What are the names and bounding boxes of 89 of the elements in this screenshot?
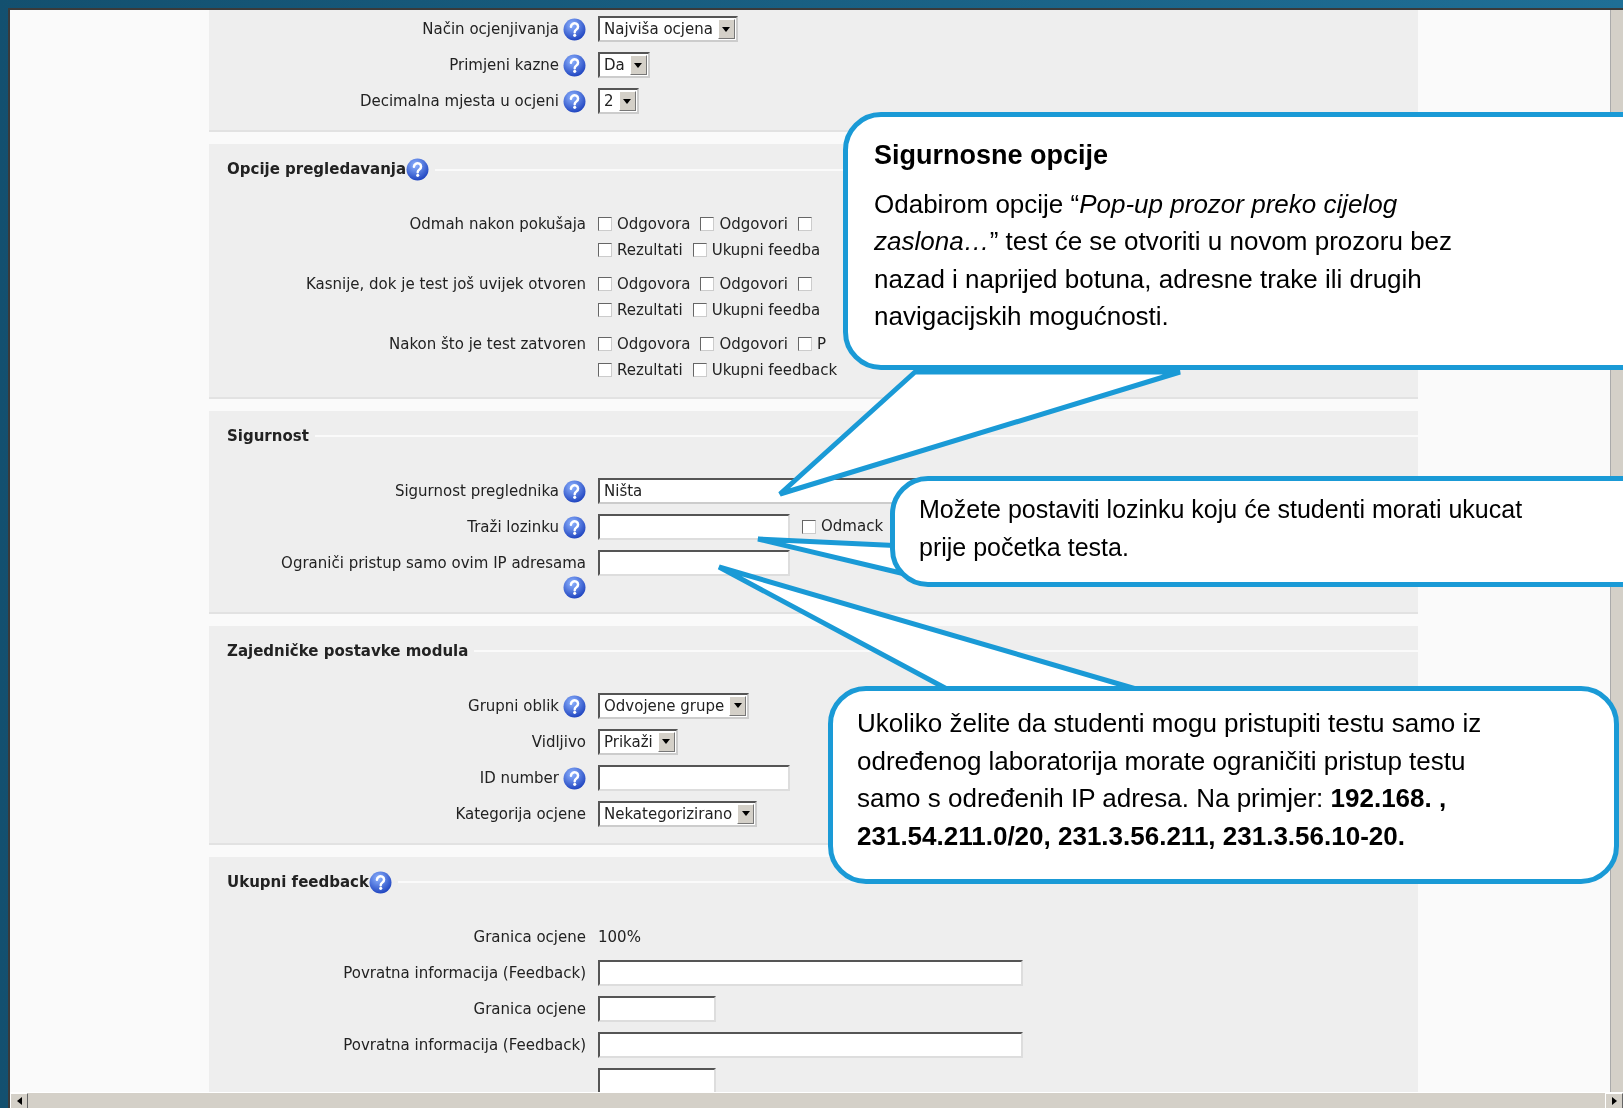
dropdown-arrow-icon xyxy=(623,98,632,104)
field-label: Granica ocjene xyxy=(473,926,586,948)
dropdown-arrow-icon xyxy=(662,739,671,744)
checkbox-label: Odgovora xyxy=(617,333,691,355)
scroll-left-button[interactable] xyxy=(10,1093,28,1108)
input-field[interactable] xyxy=(598,549,790,576)
checkbox-label: Ukupni feedback xyxy=(711,359,838,381)
input-field[interactable] xyxy=(598,764,790,791)
input-field[interactable] xyxy=(598,513,790,540)
checkbox[interactable] xyxy=(700,337,715,351)
checkbox[interactable] xyxy=(797,277,812,291)
section-heading: Ukupni feedback xyxy=(227,871,369,893)
field-label: Vidljivo xyxy=(531,731,586,753)
dropdown[interactable]: Da xyxy=(598,52,650,78)
help-icon[interactable] xyxy=(563,766,586,790)
section-heading: Opcije pregledavanja xyxy=(227,159,407,181)
dropdown[interactable]: Prikaži xyxy=(598,728,678,755)
help-icon[interactable] xyxy=(563,54,586,77)
field-label: Primjeni kazne xyxy=(449,55,559,77)
field-label: Grupni oblik xyxy=(468,695,559,717)
field-label: Sigurnost preglednika xyxy=(394,480,559,502)
dropdown[interactable]: Najviša ocjena xyxy=(598,16,738,42)
dropdown[interactable]: Nekategorizirano xyxy=(598,800,758,827)
checkbox[interactable] xyxy=(598,363,612,377)
checkbox-label: Ukupni feedba xyxy=(711,299,821,321)
help-icon[interactable] xyxy=(563,576,586,599)
field-label: Granica ocjene xyxy=(473,998,586,1020)
checkbox[interactable] xyxy=(598,337,612,351)
checkbox-label: Odgovora xyxy=(617,213,691,235)
checkbox-label: Rezultati xyxy=(617,299,683,321)
checkbox-label: Odgovori xyxy=(719,213,788,235)
scroll-right-button[interactable] xyxy=(1605,1093,1623,1108)
input-field[interactable] xyxy=(598,1067,716,1092)
checkbox[interactable] xyxy=(598,217,612,231)
callout-title: Sigurnosne opcije xyxy=(874,139,1110,172)
field-label: Povratna informacija (Feedback) xyxy=(343,962,586,984)
field-label: ID number xyxy=(479,767,559,789)
callout-text: Ukoliko želite da studenti mogu pristupiti testu samo iz određenog laboratorija morate ograničiti pristup testu samo s određenih IP adresa. Na primjer: 192.168. , 231.54.211.0/20, 231.3.56.211, 231.3.56.10-20. xyxy=(857,707,1483,853)
help-icon[interactable] xyxy=(563,18,586,41)
checkbox[interactable] xyxy=(700,277,715,291)
left-arrow-icon xyxy=(16,1097,22,1105)
dropdown-arrow-icon xyxy=(634,62,643,68)
field-label: Nakon što je test zatvoren xyxy=(389,334,586,355)
checkbox[interactable] xyxy=(797,337,812,351)
input-field[interactable] xyxy=(598,959,1023,986)
field-value: 100% xyxy=(598,926,641,948)
input-field[interactable] xyxy=(598,1031,1023,1058)
checkbox-label: Ukupni feedba xyxy=(711,239,821,261)
dropdown-arrow-icon xyxy=(733,703,742,708)
field-label: Odmah nakon pokušaja xyxy=(409,214,586,235)
checkbox[interactable] xyxy=(797,217,812,231)
checkbox-label: Rezultati xyxy=(617,239,683,261)
checkbox[interactable] xyxy=(700,217,715,231)
field-label: Traži lozinku xyxy=(467,516,559,538)
dropdown[interactable]: Odvojene grupe xyxy=(598,692,750,719)
checkbox[interactable] xyxy=(598,243,612,257)
section-heading: Zajedničke postavke modula xyxy=(227,641,469,662)
horizontal-scrollbar[interactable] xyxy=(10,1092,1623,1108)
dropdown[interactable]: 2 xyxy=(598,88,639,114)
field-label: Ograniči pristup samo ovim IP adresama xyxy=(281,552,586,574)
help-icon[interactable] xyxy=(406,158,430,181)
field-label: Povratna informacija (Feedback) xyxy=(343,1034,586,1056)
dropdown-arrow-icon xyxy=(722,26,731,32)
help-icon[interactable] xyxy=(368,870,392,894)
checkbox[interactable] xyxy=(598,303,612,317)
dropdown-arrow-icon xyxy=(741,811,750,816)
help-icon[interactable] xyxy=(563,90,586,113)
checkbox-label: Rezultati xyxy=(617,359,683,381)
section-heading: Sigurnost xyxy=(227,426,309,447)
checkbox-label: Odgovori xyxy=(719,273,788,295)
checkbox-label: Odmack xyxy=(821,516,884,538)
help-icon[interactable] xyxy=(563,515,586,539)
help-icon[interactable] xyxy=(563,479,586,503)
checkbox[interactable] xyxy=(692,243,707,257)
field-label: Kategorija ocjene xyxy=(455,803,586,825)
field-label: Decimalna mjesta u ocjeni xyxy=(359,91,559,113)
field-label: Način ocjenjivanja xyxy=(422,19,559,41)
right-arrow-icon xyxy=(1611,1097,1617,1105)
checkbox[interactable] xyxy=(692,363,707,377)
callout-text: Odabirom opcije “Pop-up prozor preko cijelog zaslona…” test će se otvoriti u novom prozoru bez nazad i naprijed botuna, adresne trake ili drugih navigacijskih mogućnosti. xyxy=(874,187,1454,333)
input-field[interactable] xyxy=(598,995,716,1022)
checkbox[interactable] xyxy=(692,303,707,317)
checkbox-label: P xyxy=(816,333,826,355)
checkbox[interactable] xyxy=(598,277,612,291)
checkbox-label: Odgovora xyxy=(617,273,691,295)
checkbox-label: Odgovori xyxy=(719,333,788,355)
checkbox[interactable] xyxy=(802,519,816,534)
field-label: Kasnije, dok je test još uvijek otvoren xyxy=(305,274,586,295)
help-icon[interactable] xyxy=(563,694,586,718)
